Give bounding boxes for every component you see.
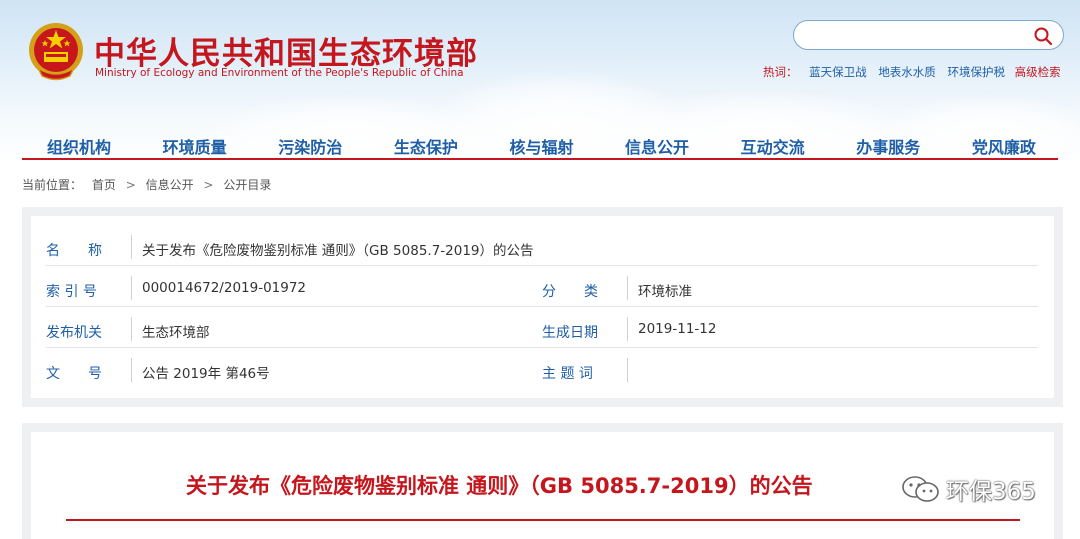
index-label: 索 引 号	[46, 284, 97, 300]
field-divider	[627, 317, 628, 341]
breadcrumb-info-disclosure[interactable]: 信息公开	[146, 178, 194, 192]
category-label: 分 类	[542, 284, 598, 300]
document-info-table: 名 称 关于发布《危险废物鉴别标准 通则》（GB 5085.7-2019）的公告…	[31, 216, 1054, 398]
doc-number-value: 公告 2019年 第46号	[142, 366, 270, 382]
breadcrumb-separator: >	[203, 178, 214, 192]
subject-label: 主 题 词	[542, 366, 593, 382]
field-divider	[131, 358, 132, 382]
publisher-label: 发布机关	[46, 325, 102, 341]
row-divider	[46, 265, 1038, 266]
site-subtitle: Ministry of Ecology and Environment of t…	[95, 67, 464, 79]
nav-item-pollution-control[interactable]: 污染防治	[278, 134, 342, 160]
nav-item-environment-quality[interactable]: 环境质量	[163, 134, 227, 160]
date-label: 生成日期	[542, 325, 598, 341]
breadcrumb-label: 当前位置：	[22, 178, 83, 192]
breadcrumb-home[interactable]: 首页	[92, 178, 116, 192]
index-value: 000014672/2019-01972	[142, 280, 307, 296]
publisher-value: 生态环境部	[142, 325, 210, 341]
hot-word-link[interactable]: 地表水水质	[878, 65, 936, 79]
document-title: 关于发布《危险废物鉴别标准 通则》（GB 5085.7-2019）的公告	[186, 474, 813, 498]
hot-words-label: 热词：	[763, 65, 798, 79]
search-icon[interactable]	[1033, 26, 1053, 46]
row-divider	[46, 347, 1038, 348]
field-divider	[131, 317, 132, 341]
name-value: 关于发布《危险废物鉴别标准 通则》（GB 5085.7-2019）的公告	[142, 243, 534, 259]
watermark: 环保365	[900, 472, 1036, 506]
breadcrumb: 当前位置： 首页 > 信息公开 > 公开目录	[22, 176, 271, 193]
hot-word-link[interactable]: 蓝天保卫战	[809, 65, 867, 79]
nav-item-organization[interactable]: 组织机构	[47, 134, 111, 160]
doc-number-label: 文 号	[46, 366, 102, 382]
name-label: 名 称	[46, 243, 102, 259]
date-value: 2019-11-12	[638, 321, 717, 337]
search-box	[793, 20, 1064, 50]
search-input[interactable]	[808, 26, 1028, 46]
nav-item-nuclear-radiation[interactable]: 核与辐射	[509, 134, 573, 160]
nav-item-interaction[interactable]: 互动交流	[741, 134, 805, 160]
row-divider	[46, 306, 1038, 307]
category-value: 环境标准	[638, 284, 692, 300]
hot-words: 热词： 蓝天保卫战 地表水水质 环境保护税 高级检索	[763, 64, 1061, 80]
hot-word-link[interactable]: 环境保护税	[947, 65, 1005, 79]
main-nav: 组织机构 环境质量 污染防治 生态保护 核与辐射 信息公开 互动交流 办事服务 …	[22, 134, 1058, 160]
nav-item-party-integrity[interactable]: 党风廉政	[972, 134, 1036, 160]
advanced-search-link[interactable]: 高级检索	[1015, 65, 1061, 79]
nav-item-services[interactable]: 办事服务	[856, 134, 920, 160]
document-info-panel: 名 称 关于发布《危险废物鉴别标准 通则》（GB 5085.7-2019）的公告…	[22, 207, 1063, 407]
field-divider	[627, 358, 628, 382]
field-divider	[131, 235, 132, 259]
title-underline	[66, 519, 1020, 521]
field-divider	[627, 276, 628, 300]
national-emblem-icon[interactable]	[26, 20, 86, 84]
nav-divider	[22, 158, 1058, 160]
nav-item-information-disclosure[interactable]: 信息公开	[625, 134, 689, 160]
nav-item-ecology-protection[interactable]: 生态保护	[394, 134, 458, 160]
wechat-icon	[902, 476, 939, 502]
watermark-text: 环保365	[946, 479, 1036, 505]
breadcrumb-separator: >	[125, 178, 136, 192]
breadcrumb-public-catalog[interactable]: 公开目录	[223, 178, 271, 192]
field-divider	[131, 276, 132, 300]
